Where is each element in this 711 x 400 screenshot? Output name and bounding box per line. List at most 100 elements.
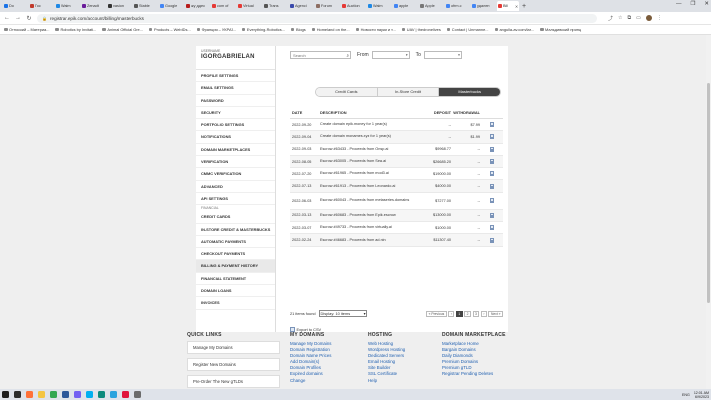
browser-tab[interactable]: apple [393, 1, 418, 11]
pagination-button[interactable]: 1 [455, 310, 463, 317]
bookmark-item[interactable]: Products – WebIDs... [148, 27, 191, 32]
quick-link-button[interactable]: Pre-Order The New gTLDs [187, 375, 280, 388]
browser-tab[interactable]: оfrm.c [445, 1, 470, 11]
pagination-button[interactable]: « Previous [426, 310, 447, 317]
browser-tab[interactable]: Trans [263, 1, 288, 11]
sidebar-item[interactable]: SECURITY [196, 107, 275, 120]
pagination-button[interactable]: › [480, 310, 487, 317]
browser-tab[interactable]: Гос [29, 1, 54, 11]
back-icon[interactable]: ← [4, 15, 10, 21]
bookmark-item[interactable]: Blogs [290, 27, 306, 32]
bookmark-star-icon[interactable]: ☆ [618, 15, 622, 21]
bookmark-item[interactable]: angulla-av.com/lar... [494, 27, 534, 32]
sidebar-item[interactable]: AUTOMATIC PAYMENTS [196, 236, 275, 249]
footer-link[interactable]: Help [368, 378, 405, 384]
forward-icon[interactable]: → [15, 15, 21, 21]
bookmark-item[interactable]: Мальдивский принц [540, 27, 581, 32]
start-icon[interactable] [2, 391, 9, 398]
pagination-button[interactable]: 2 [464, 310, 472, 317]
reload-icon[interactable]: ↻ [26, 15, 32, 22]
browser-tab[interactable]: удален [471, 1, 496, 11]
bookmark-item[interactable]: Новости науки и т... [355, 27, 396, 32]
search-input[interactable]: Search ⌕ [290, 51, 351, 59]
address-bar[interactable]: 🔒 registrar.epik.com/account/billing/mas… [37, 13, 597, 23]
receipt-icon[interactable] [489, 237, 494, 243]
telegram-icon[interactable] [110, 391, 117, 398]
browser-tab[interactable]: Walm [367, 1, 392, 11]
bookmark-item[interactable]: Robotics by Invitati... [55, 27, 96, 32]
bookmark-item[interactable]: UAV | thedronelives [401, 27, 441, 32]
menu-icon[interactable]: ⋮ [657, 15, 662, 21]
clock[interactable]: 12:01 AM 6/9/2023 [694, 391, 709, 399]
search-icon[interactable] [14, 391, 21, 398]
browser-tab[interactable]: Zenadt [81, 1, 106, 11]
share-icon[interactable]: ⤴ [608, 15, 613, 22]
tab-credit-cards[interactable]: Credit Cards [316, 88, 378, 96]
store-icon[interactable] [134, 391, 141, 398]
to-date-select[interactable]: ▾ [423, 51, 462, 59]
pagination-button[interactable]: Next » [488, 310, 503, 317]
minimize-icon[interactable]: — [676, 1, 682, 7]
sidebar-item[interactable]: PASSWORD [196, 95, 275, 107]
from-date-select[interactable]: ▾ [371, 51, 410, 59]
extensions-icon[interactable]: ⧉ [628, 15, 632, 21]
explorer-icon[interactable] [38, 391, 45, 398]
profile-avatar[interactable] [645, 15, 652, 21]
bookmark-item[interactable]: Animal Official Gre... [102, 27, 143, 32]
sidebar-item[interactable]: BILLING & PAYMENT HISTORY [196, 260, 275, 273]
sidebar-item[interactable]: ADVANCED [196, 181, 275, 193]
edge-icon[interactable] [98, 391, 105, 398]
sidebar-item[interactable]: VERIFICATION [196, 156, 275, 169]
sidebar-item[interactable]: CMMC VERIFICATION [196, 168, 275, 181]
receipt-icon[interactable] [489, 198, 494, 204]
browser-tab[interactable]: Virtual [237, 1, 262, 11]
tab-in-store-credit[interactable]: In-Store Credit [377, 88, 440, 96]
word-icon[interactable] [62, 391, 69, 398]
receipt-icon[interactable] [489, 212, 494, 218]
sidebar-item[interactable]: CHECKOUT PAYMENTS [196, 248, 275, 261]
sidebar-item[interactable]: DOMAIN MARKETPLACES [196, 144, 275, 157]
bookmark-item[interactable]: Contact | Unmanne... [446, 27, 489, 32]
opera-icon[interactable] [122, 391, 129, 398]
browser-tab[interactable]: Stable [133, 1, 158, 11]
maximize-icon[interactable]: ❐ [690, 1, 695, 7]
browser-tab[interactable]: com of [211, 1, 236, 11]
browser-tab[interactable]: Forum [315, 1, 340, 11]
sidepanel-icon[interactable]: ▭ [636, 15, 641, 21]
browser-tab[interactable]: жу ддес [185, 1, 210, 11]
sidebar-item[interactable]: PORTFOLIO SETTINGS [196, 119, 275, 132]
bookmark-item[interactable]: Homeland on the... [311, 27, 350, 32]
browser-tab[interactable]: Do [3, 1, 28, 11]
sidebar-item[interactable]: DOMAIN LOANS [196, 285, 275, 298]
footer-link[interactable]: Change [290, 378, 331, 384]
bookmark-item[interactable]: Отноский – Материа... [4, 27, 49, 32]
sidebar-item[interactable]: INVOICES [196, 297, 275, 310]
footer-link[interactable]: Registrar Pending Deletes [442, 371, 506, 377]
display-count-select[interactable]: Display: 10 items ▾ [318, 310, 367, 317]
scrollbar-thumb[interactable] [707, 83, 710, 303]
language-indicator[interactable]: ENG [682, 393, 690, 397]
browser-tab[interactable]: Google [159, 1, 184, 11]
browser-tab[interactable]: vasion [107, 1, 132, 11]
receipt-icon[interactable] [489, 122, 494, 128]
close-tab-icon[interactable]: ✕ [515, 4, 518, 9]
new-tab-button[interactable]: + [522, 3, 526, 10]
url-text[interactable]: registrar.epik.com/account/billing/maste… [50, 16, 144, 21]
quick-link-button[interactable]: Register New Domains [187, 358, 280, 371]
pagination-button[interactable]: ‹ [448, 310, 455, 317]
sidebar-item[interactable]: FINANCIAL STATEMENT [196, 273, 275, 286]
browser-tab[interactable]: Auction [341, 1, 366, 11]
bookmark-item[interactable]: Everything-Robotics... [241, 27, 285, 32]
skype-icon[interactable] [86, 391, 93, 398]
viber-icon[interactable] [74, 391, 81, 398]
sidebar-item[interactable]: IN-STORE CREDIT & MASTERBUCKS [196, 224, 275, 236]
tab-masterbucks[interactable]: Masterbucks [439, 88, 500, 96]
quick-link-button[interactable]: Manage My Domains [187, 341, 280, 354]
receipt-icon[interactable] [489, 134, 494, 140]
sidebar-item[interactable]: CREDIT CARDS [196, 211, 275, 224]
receipt-icon[interactable] [489, 183, 494, 189]
receipt-icon[interactable] [489, 146, 494, 152]
firefox-icon[interactable] [26, 391, 33, 398]
sidebar-item[interactable]: EMAIL SETTINGS [196, 82, 275, 95]
receipt-icon[interactable] [489, 225, 494, 231]
